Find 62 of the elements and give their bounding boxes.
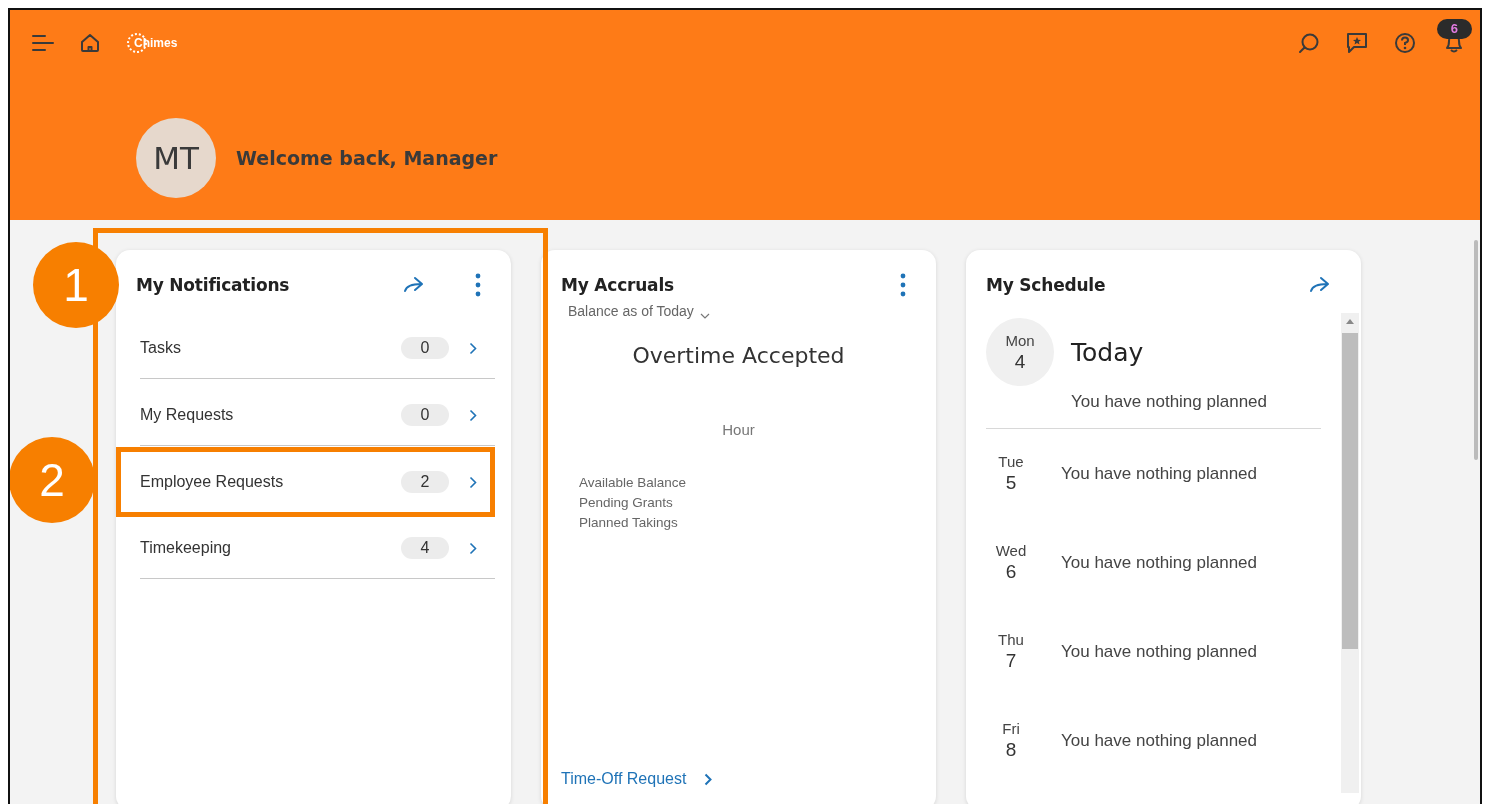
count-badge: 4 xyxy=(401,537,449,559)
notification-item[interactable]: Employee Requests 2 xyxy=(116,447,495,517)
count-badge: 0 xyxy=(401,404,449,426)
weekday-label: Wed xyxy=(995,542,1027,559)
schedule-note: You have nothing planned xyxy=(1061,552,1257,573)
date-number: 8 xyxy=(1005,739,1017,761)
chat-star-icon[interactable] xyxy=(1346,32,1368,54)
weekday-label: Thu xyxy=(998,631,1024,648)
schedule-note: You have nothing planned xyxy=(1061,463,1257,484)
item-label: Timekeeping xyxy=(140,539,232,557)
unit-label: Hour xyxy=(721,421,756,438)
chevron-right-icon xyxy=(704,772,713,786)
weekday-label: Tue xyxy=(998,453,1024,470)
schedule-note: You have nothing planned xyxy=(1071,392,1268,412)
legend-label: Pending Grants xyxy=(579,495,673,510)
date-number: 7 xyxy=(1005,650,1017,672)
scroll-up-icon[interactable] xyxy=(1345,318,1355,324)
chevron-right-icon xyxy=(469,475,477,489)
more-options-icon[interactable] xyxy=(900,273,906,297)
notification-item[interactable]: Timekeeping 4 xyxy=(140,518,495,579)
chevron-right-icon xyxy=(469,541,477,555)
notification-badge: 6 xyxy=(1436,19,1472,39)
date-number: 4 xyxy=(1014,350,1026,373)
forward-arrow-icon[interactable] xyxy=(403,276,425,294)
chevron-right-icon xyxy=(469,408,477,422)
item-label: Tasks xyxy=(140,339,182,357)
forward-arrow-icon[interactable] xyxy=(1309,276,1331,294)
legend-label: Available Balance xyxy=(579,475,687,490)
time-off-request-link[interactable]: Time-Off Request xyxy=(561,770,713,788)
period-dropdown[interactable]: Balance as of Today xyxy=(568,303,936,319)
count-badge: 2 xyxy=(401,471,449,493)
page-scrollbar[interactable] xyxy=(1474,240,1478,460)
chevron-down-icon xyxy=(699,313,710,319)
today-label: Today xyxy=(1071,337,1145,367)
card-title: My Accruals xyxy=(561,275,675,295)
card-title: My Notifications xyxy=(136,275,291,295)
date-number: 6 xyxy=(1005,561,1017,583)
help-icon[interactable] xyxy=(1394,32,1416,54)
notification-item[interactable]: Tasks 0 xyxy=(140,318,495,379)
count-badge: 0 xyxy=(401,337,449,359)
scrollbar[interactable] xyxy=(1341,313,1359,793)
callout-number: 1 xyxy=(33,242,119,328)
accrual-heading: Overtime Accepted xyxy=(631,343,846,368)
weekday-label: Fri xyxy=(1002,720,1020,737)
item-label: Employee Requests xyxy=(140,473,285,491)
home-icon[interactable] xyxy=(80,33,100,53)
legend-label: Planned Takings xyxy=(579,515,678,530)
notification-item[interactable]: My Requests 0 xyxy=(140,385,495,446)
date-number: 5 xyxy=(1005,472,1017,494)
chevron-right-icon xyxy=(469,341,477,355)
weekday-label: Mon xyxy=(1005,331,1035,349)
callout-number: 2 xyxy=(10,437,95,523)
card-title: My Schedule xyxy=(986,275,1107,295)
avatar[interactable]: MT xyxy=(136,118,216,198)
schedule-note: You have nothing planned xyxy=(1061,730,1257,751)
menu-icon[interactable] xyxy=(32,34,54,52)
scrollbar-thumb[interactable] xyxy=(1342,333,1358,649)
search-icon[interactable] xyxy=(1298,32,1320,54)
welcome-text: Welcome back, Manager xyxy=(236,147,498,169)
more-options-icon[interactable] xyxy=(475,273,481,297)
item-label: My Requests xyxy=(140,406,235,424)
schedule-note: You have nothing planned xyxy=(1061,641,1257,662)
